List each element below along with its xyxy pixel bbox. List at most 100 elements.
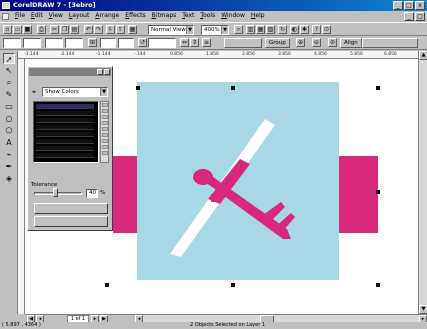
menu-file[interactable]: File bbox=[12, 11, 28, 21]
list-item[interactable] bbox=[36, 111, 94, 116]
menu-text[interactable]: Text bbox=[179, 11, 197, 21]
menu-bitmaps[interactable]: Bitmaps bbox=[149, 11, 180, 21]
tolerance-value[interactable]: 40 bbox=[86, 189, 98, 198]
menu-arrange[interactable]: Arrange bbox=[92, 11, 122, 21]
menu-window[interactable]: Window bbox=[218, 11, 248, 21]
doc-minimize-button[interactable]: _ bbox=[404, 12, 414, 21]
redo-icon[interactable]: ↷ bbox=[94, 25, 103, 34]
print-icon[interactable]: ⎙ bbox=[37, 25, 46, 34]
close-button[interactable]: x bbox=[415, 1, 425, 10]
rotation-icon[interactable]: ↺ bbox=[138, 38, 147, 47]
object-x-field[interactable] bbox=[3, 38, 21, 48]
export-icon[interactable]: ⇧ bbox=[116, 25, 125, 34]
wireframe-icon[interactable]: ▥ bbox=[246, 25, 255, 34]
selection-handle-right[interactable] bbox=[376, 190, 380, 194]
convert-to-curves-button[interactable] bbox=[362, 38, 418, 48]
snap-guidelines-icon[interactable]: ▧ bbox=[266, 25, 275, 34]
copy-icon[interactable]: ❐ bbox=[60, 25, 69, 34]
pick-tool-icon[interactable]: ➚ bbox=[3, 53, 15, 64]
mirror-vertical-icon[interactable]: ⇕ bbox=[190, 38, 199, 47]
eyedropper-icon[interactable]: ⌖ bbox=[32, 88, 40, 96]
symbols-icon[interactable]: ✱ bbox=[300, 25, 309, 34]
scale-y-field[interactable] bbox=[118, 38, 134, 48]
whats-this-icon[interactable]: ? bbox=[312, 25, 321, 34]
selection-handle-bottom[interactable] bbox=[231, 283, 235, 287]
transform-icon[interactable]: ↻ bbox=[278, 25, 287, 34]
panel-action-button-2[interactable] bbox=[34, 216, 108, 227]
menu-layout[interactable]: Layout bbox=[66, 11, 92, 21]
paste-icon[interactable]: ▤ bbox=[70, 25, 79, 34]
tolerance-slider-thumb[interactable] bbox=[53, 188, 59, 197]
minimize-button[interactable]: _ bbox=[393, 1, 403, 10]
selection-handle-bottom-left[interactable] bbox=[105, 283, 109, 287]
panel-action-button-1[interactable] bbox=[34, 203, 108, 214]
selection-handle-bottom-right[interactable] bbox=[376, 283, 380, 287]
scroll-down-icon[interactable]: ▼ bbox=[419, 305, 427, 314]
list-item[interactable] bbox=[36, 125, 94, 130]
mirror-horizontal-icon[interactable]: ⇔ bbox=[180, 38, 189, 47]
text-tool-icon[interactable]: A bbox=[3, 137, 15, 148]
color-list[interactable] bbox=[33, 101, 99, 163]
view-mode-select[interactable]: Normal View ▼ bbox=[148, 25, 194, 35]
object-y-field[interactable] bbox=[23, 38, 41, 48]
lock-ratio-icon[interactable]: ⊞ bbox=[88, 38, 97, 47]
vertical-scrollbar[interactable]: ▲ ▼ bbox=[418, 51, 427, 314]
list-item[interactable] bbox=[36, 153, 94, 158]
list-item[interactable] bbox=[36, 104, 94, 109]
save-icon[interactable]: ■ bbox=[23, 25, 32, 34]
snap-grid-icon[interactable]: ▦ bbox=[256, 25, 265, 34]
application-launcher-icon[interactable]: ▦ bbox=[128, 25, 137, 34]
menu-edit[interactable]: Edit bbox=[28, 11, 46, 21]
fill-tool-icon[interactable]: ◈ bbox=[3, 173, 15, 184]
new-file-icon[interactable]: ▫ bbox=[3, 25, 12, 34]
rectangle-tool-icon[interactable]: ▭ bbox=[3, 101, 15, 112]
scale-x-field[interactable] bbox=[100, 38, 116, 48]
ellipse-tool-icon[interactable]: ○ bbox=[3, 113, 15, 124]
list-item[interactable] bbox=[36, 132, 94, 137]
shape-tool-icon[interactable]: ↖ bbox=[3, 65, 15, 76]
list-item[interactable] bbox=[36, 118, 94, 123]
open-file-icon[interactable]: ▭ bbox=[13, 25, 22, 34]
cut-icon[interactable]: ✂ bbox=[50, 25, 59, 34]
wrap-text-icon[interactable]: ≡ bbox=[202, 38, 211, 47]
zoom-tool-icon[interactable]: ⌕ bbox=[3, 77, 15, 88]
list-item[interactable] bbox=[36, 139, 94, 144]
zoom-tool-icon[interactable]: ⌕ bbox=[234, 25, 243, 34]
help-topics-icon[interactable]: ⊙ bbox=[322, 25, 331, 34]
group-button[interactable]: Group bbox=[265, 38, 290, 48]
selection-handle-top-left[interactable] bbox=[136, 86, 140, 90]
scroll-up-icon[interactable]: ▲ bbox=[419, 51, 427, 60]
color-list-scrollbar[interactable] bbox=[100, 101, 109, 163]
outline-tool-icon[interactable]: ✒ bbox=[3, 161, 15, 172]
align-button[interactable]: Align bbox=[340, 38, 362, 48]
combine-icon[interactable]: ⊕ bbox=[296, 38, 305, 47]
selection-handle-top[interactable] bbox=[231, 86, 235, 90]
maximize-button[interactable]: □ bbox=[404, 1, 414, 10]
color-roll-up-icon[interactable]: ◐ bbox=[290, 25, 299, 34]
panel-title-bar[interactable] bbox=[29, 68, 111, 76]
blue-square[interactable] bbox=[137, 82, 339, 280]
to-back-icon[interactable]: ⊘ bbox=[328, 38, 337, 47]
zoom-select[interactable]: 400% ▼ bbox=[201, 25, 229, 35]
object-height-field[interactable] bbox=[65, 38, 83, 48]
ungroup-button[interactable] bbox=[224, 38, 262, 48]
doc-restore-button[interactable]: □ bbox=[415, 12, 425, 21]
freehand-tool-icon[interactable]: ✎ bbox=[3, 89, 15, 100]
selection-handle-top-right[interactable] bbox=[376, 86, 380, 90]
menu-view[interactable]: View bbox=[46, 11, 66, 21]
list-item[interactable] bbox=[36, 146, 94, 151]
polygon-tool-icon[interactable]: ⬠ bbox=[3, 125, 15, 136]
color-mode-select[interactable]: Show Colors ▼ bbox=[42, 87, 108, 97]
undo-icon[interactable]: ↶ bbox=[84, 25, 93, 34]
object-width-field[interactable] bbox=[45, 38, 63, 48]
menu-help[interactable]: Help bbox=[248, 11, 268, 21]
to-front-icon[interactable]: ⊖ bbox=[312, 38, 321, 47]
app-icon[interactable] bbox=[2, 2, 10, 9]
eyedropper-tool-icon[interactable]: ⌁ bbox=[3, 149, 15, 160]
import-icon[interactable]: ⇩ bbox=[106, 25, 115, 34]
menu-effects[interactable]: Effects bbox=[122, 11, 148, 21]
rotation-angle-field[interactable] bbox=[148, 38, 176, 48]
panel-rollup-button[interactable] bbox=[97, 69, 103, 75]
document-icon[interactable] bbox=[2, 12, 9, 20]
menu-tools[interactable]: Tools bbox=[197, 11, 218, 21]
